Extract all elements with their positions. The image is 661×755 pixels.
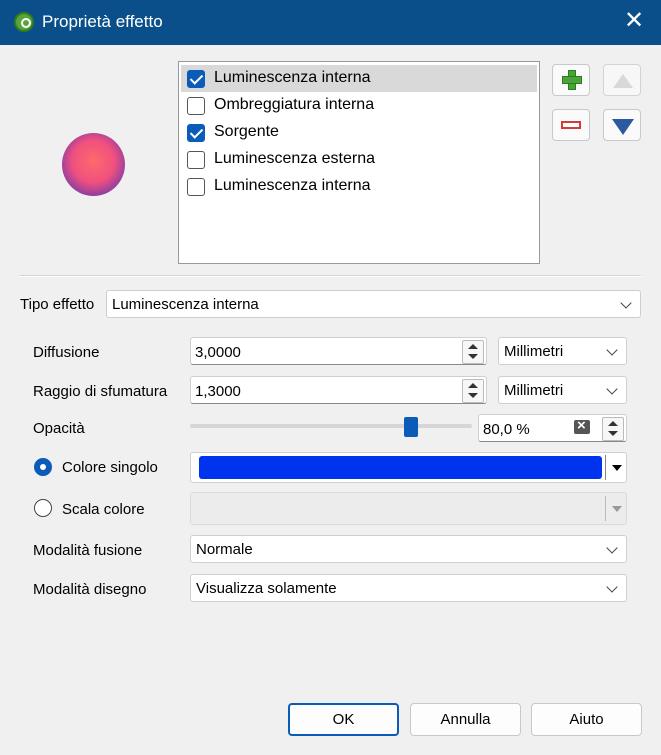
opacity-slider-handle[interactable] [404,417,419,437]
blur-unit-combo[interactable]: Millimetri [498,376,627,404]
list-item[interactable]: Ombreggiatura interna [181,92,537,119]
blur-value: 1,3000 [195,383,241,400]
divider [605,455,606,480]
diffusion-unit: Millimetri [504,343,564,360]
color-swatch [199,456,602,479]
list-item-label: Luminescenza interna [214,177,371,194]
list-item[interactable]: Luminescenza interna [181,173,537,200]
effects-list[interactable]: Luminescenza interna Ombreggiatura inter… [178,61,540,264]
list-item[interactable]: Luminescenza interna [181,65,537,92]
move-up-icon [613,74,633,88]
draw-mode-value: Visualizza solamente [196,580,337,597]
list-item[interactable]: Sorgente [181,119,537,146]
opacity-spinbox[interactable]: 80,0 % [478,414,627,442]
opacity-slider[interactable] [190,424,472,428]
opacity-stepper[interactable] [602,417,624,441]
blur-label: Raggio di sfumatura [33,383,168,400]
draw-mode-label: Modalità disegno [33,581,147,598]
blend-mode-combo[interactable]: Normale [190,535,627,563]
diffusion-label: Diffusione [33,344,100,361]
diffusion-stepper[interactable] [462,340,484,364]
effect-preview [62,133,125,196]
chevron-down-icon [620,297,632,309]
list-item-label: Luminescenza interna [214,69,371,86]
clear-icon[interactable] [570,417,590,434]
opacity-label: Opacità [33,420,85,437]
blur-spinbox[interactable]: 1,3000 [190,376,487,404]
list-item[interactable]: Luminescenza esterna [181,146,537,173]
chevron-down-icon [606,344,618,356]
single-color-label: Colore singolo [62,459,158,476]
effect-type-label: Tipo effetto [20,296,95,313]
chevron-down-icon [606,383,618,395]
effect-type-value: Luminescenza interna [112,296,259,313]
cancel-button[interactable]: Annulla [410,703,521,736]
color-ramp-button[interactable] [190,492,627,525]
qgis-logo-icon [14,12,34,32]
blur-unit: Millimetri [504,382,564,399]
draw-mode-combo[interactable]: Visualizza solamente [190,574,627,602]
checkbox[interactable] [187,70,205,88]
help-button[interactable]: Aiuto [531,703,642,736]
move-down-button[interactable] [603,109,641,141]
move-down-icon [612,119,634,135]
divider [605,496,606,521]
ok-button[interactable]: OK [288,703,399,736]
chevron-down-icon [606,542,618,554]
effect-type-combo[interactable]: Luminescenza interna [106,290,641,318]
title-bar: Proprietà effetto ✕ [0,0,661,45]
list-item-label: Ombreggiatura interna [214,96,375,113]
list-item-label: Sorgente [214,123,279,140]
add-effect-icon [562,70,582,90]
diffusion-unit-combo[interactable]: Millimetri [498,337,627,365]
dropdown-arrow-icon[interactable] [612,465,622,471]
remove-effect-button[interactable] [552,109,590,141]
color-picker-button[interactable] [190,452,627,483]
chevron-down-icon [606,581,618,593]
list-item-label: Luminescenza esterna [214,150,375,167]
single-color-radio[interactable] [34,458,52,476]
close-icon[interactable]: ✕ [622,9,646,33]
color-ramp-radio[interactable] [34,499,52,517]
dropdown-arrow-icon [612,506,622,512]
blend-mode-label: Modalità fusione [33,542,143,559]
move-up-button[interactable] [603,64,641,96]
opacity-value: 80,0 % [483,421,530,438]
checkbox[interactable] [187,178,205,196]
window-title: Proprietà effetto [42,12,163,31]
add-effect-button[interactable] [552,64,590,96]
diffusion-value: 3,0000 [195,344,241,361]
remove-effect-icon [561,121,581,129]
separator [19,275,641,277]
blend-mode-value: Normale [196,541,253,558]
color-ramp-label: Scala colore [62,501,145,518]
checkbox[interactable] [187,124,205,142]
blur-stepper[interactable] [462,379,484,403]
diffusion-spinbox[interactable]: 3,0000 [190,337,487,365]
checkbox[interactable] [187,151,205,169]
checkbox[interactable] [187,97,205,115]
